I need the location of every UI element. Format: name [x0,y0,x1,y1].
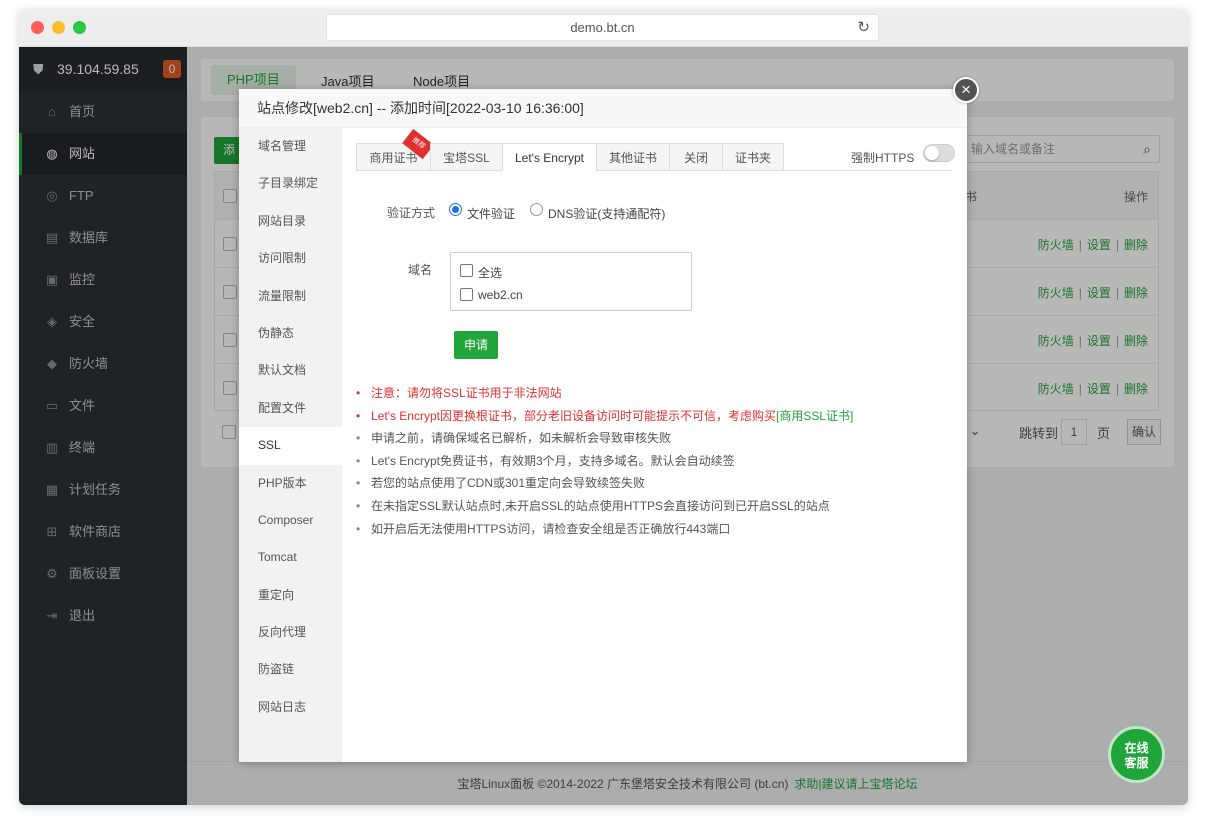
note-item: 如开启后无法使用HTTPS访问，请检查安全组是否正确放行443端口 [356,518,956,541]
modal-nav-tomcat[interactable]: Tomcat [239,539,342,576]
modal-nav: 域名管理 子目录绑定 网站目录 访问限制 流量限制 伪静态 默认文档 配置文件 … [239,128,342,762]
verify-method-label: 验证方式 [387,206,436,220]
modal-nav-reverse-proxy[interactable]: 反向代理 [239,614,342,651]
modal-nav-ssl[interactable]: SSL [239,427,342,465]
note-item: Let's Encrypt免费证书，有效期3个月，支持多域名。默认会自动续签 [356,450,956,473]
select-all-label: 全选 [478,266,503,280]
online-support-button[interactable]: 在线 客服 [1108,726,1165,783]
close-icon[interactable]: × [953,77,979,103]
modal-nav-hotlink[interactable]: 防盗链 [239,651,342,688]
tab-other-cert[interactable]: 其他证书 [596,143,670,171]
tab-lets-encrypt[interactable]: Let's Encrypt [502,143,597,171]
address-bar[interactable]: demo.bt.cn ↻ [326,14,879,41]
domain-list: 全选 web2.cn [450,252,692,311]
chat-line2: 客服 [1124,756,1149,770]
note-text: Let's Encrypt因更换根证书，部分老旧设备访问时可能提示不可信，考虑购… [371,408,776,423]
url-text: demo.bt.cn [570,20,635,35]
modal-nav-php-version[interactable]: PHP版本 [239,465,342,502]
force-https-label: 强制HTTPS [851,151,915,165]
note-item: 若您的站点使用了CDN或301重定向会导致续签失败 [356,472,956,495]
chat-line1: 在线 [1124,741,1149,755]
ssl-panel: 商用证书 推荐 宝塔SSL Let's Encrypt 其他证书 关闭 证书夹 强… [342,128,967,762]
modal-nav-redirect[interactable]: 重定向 [239,577,342,614]
modal-nav-traffic[interactable]: 流量限制 [239,278,342,315]
modal-nav-sitedir[interactable]: 网站目录 [239,203,342,240]
maximize-window-button[interactable] [73,21,86,34]
modal-nav-site-log[interactable]: 网站日志 [239,689,342,726]
close-window-button[interactable] [31,21,44,34]
reload-icon[interactable]: ↻ [857,15,870,41]
modal-nav-default-doc[interactable]: 默认文档 [239,352,342,389]
commercial-ssl-link[interactable]: [商用SSL证书] [776,409,853,423]
tab-label: 商用证书 [369,151,418,165]
modal-title: 站点修改[web2.cn] -- 添加时间[2022-03-10 16:36:0… [239,89,967,128]
modal-nav-config[interactable]: 配置文件 [239,390,342,427]
note-item: 注意：请勿将SSL证书用于非法网站 [356,382,956,405]
tab-commercial-cert[interactable]: 商用证书 推荐 [356,128,434,171]
modal-nav-access[interactable]: 访问限制 [239,240,342,277]
ssl-notes: 注意：请勿将SSL证书用于非法网站 Let's Encrypt因更换根证书，部分… [356,382,956,540]
radio-file-verify[interactable] [449,203,462,216]
force-https-toggle[interactable] [923,144,955,162]
modal-nav-domain[interactable]: 域名管理 [239,128,342,165]
radio-dns-verify[interactable] [530,203,543,216]
modal-nav-subdir[interactable]: 子目录绑定 [239,165,342,202]
select-all-domains-checkbox[interactable] [460,264,473,277]
note-item: Let's Encrypt因更换根证书，部分老旧设备访问时可能提示不可信，考虑购… [356,405,956,428]
radio-file-verify-label: 文件验证 [467,207,516,221]
tab-close-ssl[interactable]: 关闭 [669,143,723,171]
tab-bt-ssl[interactable]: 宝塔SSL [430,143,503,171]
ssl-tabs: 商用证书 推荐 宝塔SSL Let's Encrypt 其他证书 关闭 证书夹 [356,128,784,171]
browser-titlebar: demo.bt.cn ↻ [19,9,1188,47]
modal-nav-composer[interactable]: Composer [239,502,342,539]
domain-web2-label: web2.cn [478,288,523,302]
minimize-window-button[interactable] [52,21,65,34]
domain-checkbox-web2[interactable] [460,288,473,301]
tab-cert-folder[interactable]: 证书夹 [722,143,784,171]
toggle-knob [925,146,939,160]
modal-nav-rewrite[interactable]: 伪静态 [239,315,342,352]
tab-underline [784,170,952,171]
apply-cert-button[interactable]: 申请 [454,331,498,359]
note-item: 申请之前，请确保域名已解析，如未解析会导致审核失败 [356,427,956,450]
note-item: 在未指定SSL默认站点时,未开启SSL的站点使用HTTPS会直接访问到已开启SS… [356,495,956,518]
domain-label: 域名 [408,263,433,277]
radio-dns-verify-label: DNS验证(支持通配符) [548,207,666,221]
site-edit-modal: 站点修改[web2.cn] -- 添加时间[2022-03-10 16:36:0… [239,77,979,762]
browser-window: demo.bt.cn ↻ ⛊ 39.104.59.85 0 ⌂ 首页 ◍ 网站 ◎ F… [19,9,1188,805]
